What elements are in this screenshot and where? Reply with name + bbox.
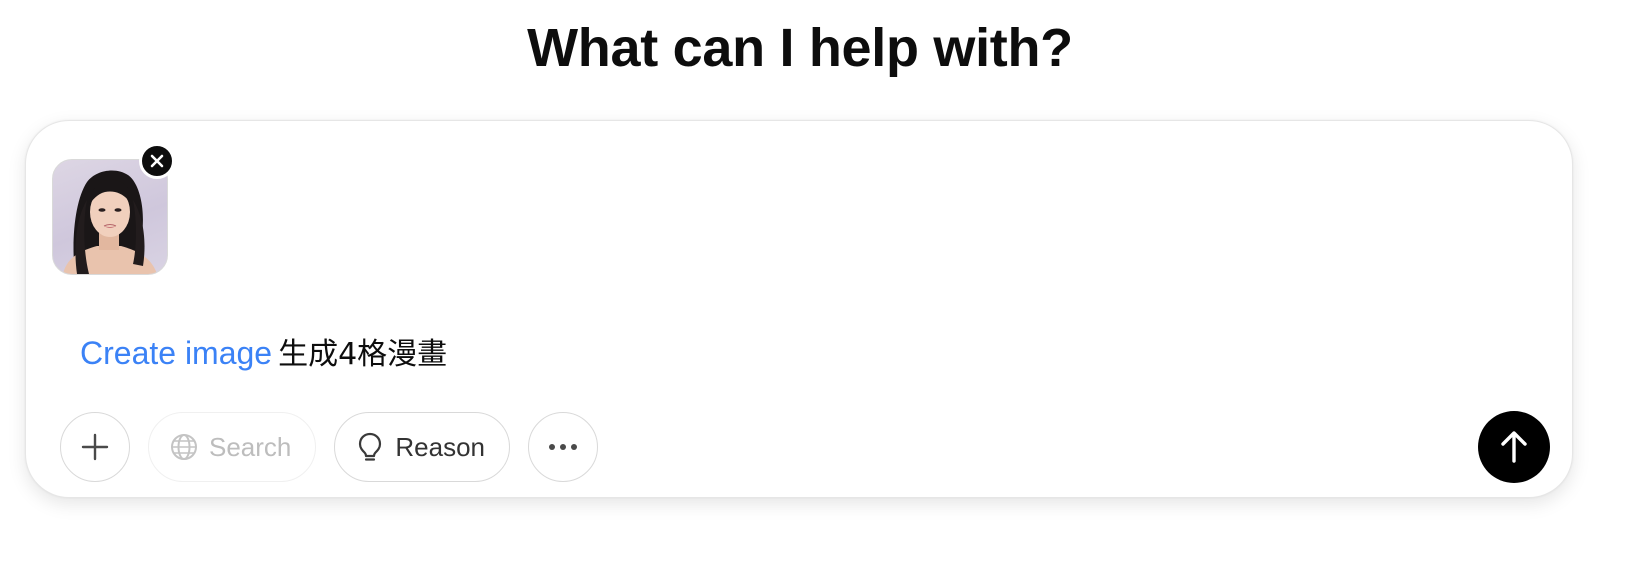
send-button[interactable]: [1478, 411, 1550, 483]
page-title: What can I help with?: [527, 18, 1073, 78]
reason-button-label: Reason: [395, 431, 486, 462]
plus-icon: [81, 433, 109, 461]
prompt-input[interactable]: Create image 生成4格漫畫: [80, 331, 447, 377]
more-tools-button[interactable]: [528, 412, 599, 482]
lightbulb-icon: [359, 432, 382, 461]
search-button-label: Search: [209, 431, 292, 462]
ellipsis-icon: [549, 444, 578, 450]
remove-attachment-button[interactable]: [139, 143, 175, 179]
close-icon: [150, 154, 164, 168]
create-image-tool-tag[interactable]: Create image: [80, 335, 272, 371]
prompt-composer[interactable]: Create image 生成4格漫畫 Search Reason: [25, 120, 1573, 498]
search-button[interactable]: Search: [148, 412, 317, 482]
arrow-up-icon: [1501, 431, 1527, 463]
chat-home: What can I help with? Create image 生成4格漫…: [0, 0, 1634, 580]
add-attachment-button[interactable]: [60, 412, 130, 482]
reason-button[interactable]: Reason: [334, 412, 511, 482]
prompt-text: 生成4格漫畫: [278, 337, 448, 372]
composer-toolbar: Search Reason: [60, 411, 599, 483]
globe-icon: [171, 434, 197, 460]
